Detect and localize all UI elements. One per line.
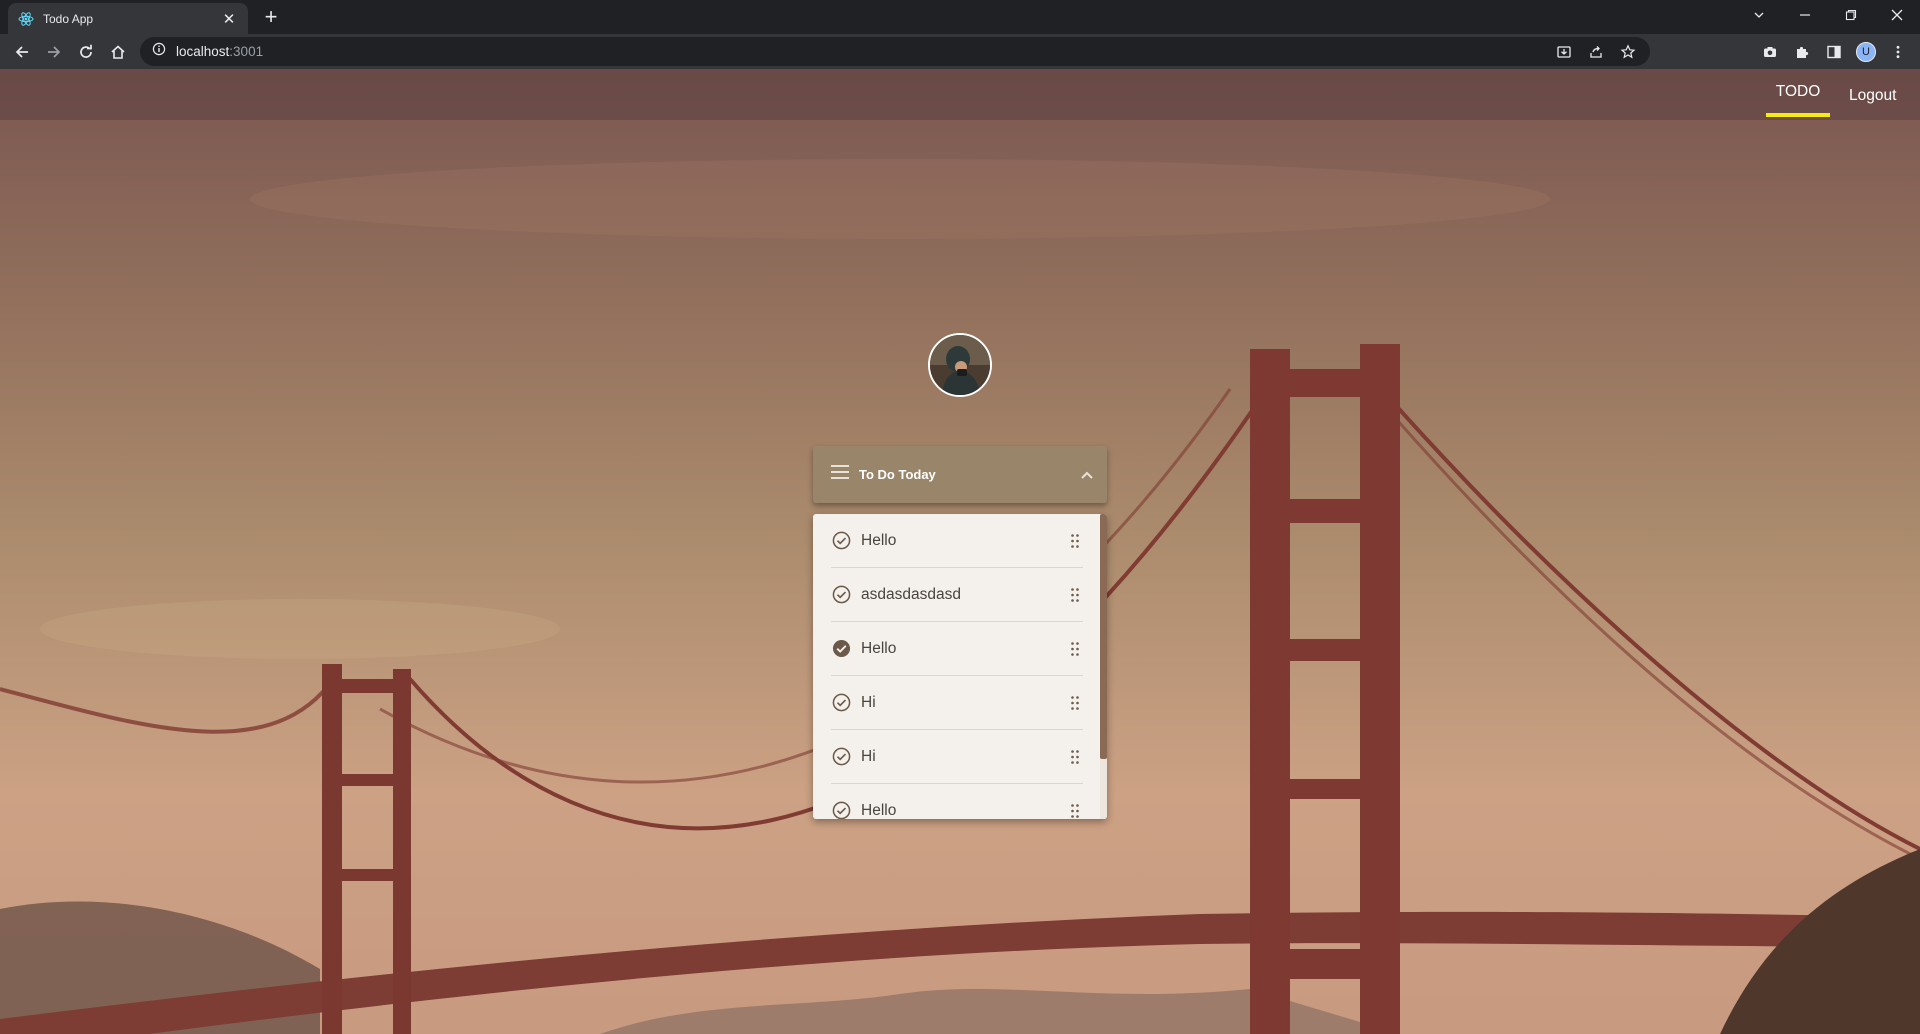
drag-handle-icon[interactable]	[1067, 747, 1083, 767]
minimize-icon[interactable]	[1782, 0, 1828, 30]
forward-icon[interactable]	[38, 36, 70, 68]
logout-link[interactable]: Logout	[1849, 87, 1896, 105]
check-circle-outline-icon[interactable]	[831, 747, 851, 767]
todo-item[interactable]: Hello	[831, 784, 1083, 819]
nav-todo-link[interactable]: TODO	[1766, 83, 1830, 101]
collapse-chevron-icon[interactable]	[1067, 446, 1107, 503]
todo-list: Hello asdasdasdasd Hello Hi Hi Hello	[831, 514, 1083, 819]
site-info-icon[interactable]	[152, 42, 166, 61]
react-icon	[18, 11, 34, 27]
todo-item[interactable]: asdasdasdasd	[831, 568, 1083, 622]
profile-avatar[interactable]: U	[1852, 38, 1880, 66]
close-window-icon[interactable]	[1874, 0, 1920, 30]
extensions-puzzle-icon[interactable]	[1788, 38, 1816, 66]
card-title: To Do Today	[859, 467, 936, 482]
check-circle-outline-icon[interactable]	[831, 693, 851, 713]
todo-scrollbar-thumb[interactable]	[1100, 514, 1107, 759]
url-host: localhost	[176, 44, 230, 59]
todo-item[interactable]: Hi	[831, 676, 1083, 730]
app-header: TODO Logout	[0, 69, 1920, 120]
todo-text: Hi	[861, 747, 876, 765]
todo-card-header[interactable]: To Do Today	[813, 446, 1107, 503]
browser-toolbar: localhost:3001 U	[0, 34, 1920, 69]
browser-tabstrip: Todo App ✕ +	[0, 0, 1920, 34]
side-panel-icon[interactable]	[1820, 38, 1848, 66]
todo-text: Hello	[861, 531, 897, 549]
tab-close-icon[interactable]: ✕	[220, 10, 238, 28]
url-text: localhost:3001	[176, 44, 263, 59]
window-controls	[1736, 0, 1920, 30]
todo-item[interactable]: Hello	[831, 622, 1083, 676]
todo-text: Hello	[861, 639, 897, 657]
drag-handle-icon[interactable]	[1067, 801, 1083, 820]
new-tab-button[interactable]: +	[258, 5, 284, 31]
back-icon[interactable]	[6, 36, 38, 68]
install-app-icon[interactable]	[1550, 38, 1578, 66]
check-circle-outline-icon[interactable]	[831, 531, 851, 551]
avatar-photo	[930, 335, 990, 395]
address-bar[interactable]: localhost:3001	[140, 37, 1650, 66]
drag-handle-icon[interactable]	[1067, 693, 1083, 713]
check-circle-outline-icon[interactable]	[831, 585, 851, 605]
user-avatar[interactable]	[928, 333, 992, 397]
tab-title: Todo App	[43, 11, 94, 26]
reload-icon[interactable]	[70, 36, 102, 68]
home-icon[interactable]	[102, 36, 134, 68]
todo-text: Hello	[861, 801, 897, 819]
todo-text: asdasdasdasd	[861, 585, 961, 603]
nav-active-indicator	[1766, 113, 1830, 117]
drag-handle-icon[interactable]	[1067, 639, 1083, 659]
bookmark-star-icon[interactable]	[1614, 38, 1642, 66]
share-icon[interactable]	[1582, 38, 1610, 66]
todo-item[interactable]: Hi	[831, 730, 1083, 784]
profile-initial: U	[1856, 41, 1876, 62]
todo-text: Hi	[861, 693, 876, 711]
todo-list-panel[interactable]: Hello asdasdasdasd Hello Hi Hi Hello	[813, 514, 1107, 819]
check-circle-outline-icon[interactable]	[831, 801, 851, 819]
list-menu-icon	[831, 465, 849, 484]
app-page: TODO Logout To Do Today Hello asdasdasdas…	[0, 69, 1920, 1034]
todo-scrollbar[interactable]	[1100, 514, 1107, 819]
drag-handle-icon[interactable]	[1067, 585, 1083, 605]
drag-handle-icon[interactable]	[1067, 531, 1083, 551]
check-circle-filled-icon[interactable]	[831, 639, 851, 659]
browser-tab[interactable]: Todo App ✕	[8, 3, 248, 34]
restore-icon[interactable]	[1828, 0, 1874, 30]
omnibox-actions	[1550, 37, 1642, 66]
url-port: :3001	[229, 44, 264, 59]
tab-search-icon[interactable]	[1736, 0, 1782, 30]
toolbar-extensions: U	[1756, 36, 1912, 67]
camera-extension-icon[interactable]	[1756, 38, 1784, 66]
todo-item[interactable]: Hello	[831, 514, 1083, 568]
browser-menu-icon[interactable]	[1884, 38, 1912, 66]
